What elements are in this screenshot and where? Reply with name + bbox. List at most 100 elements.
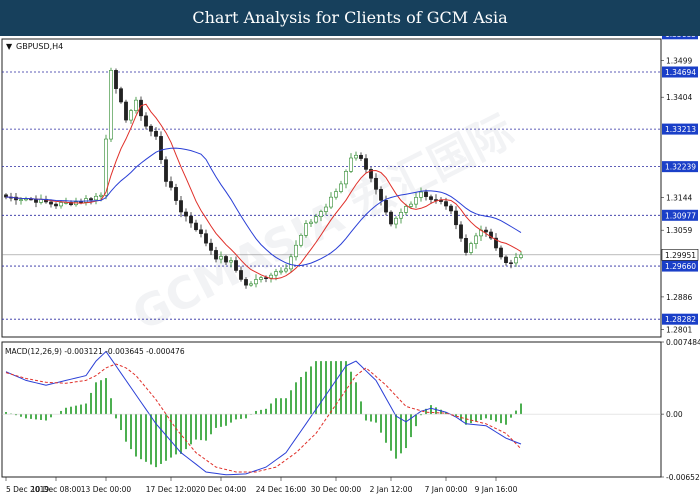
candle-body [189,215,193,224]
price-axis: 1.3499 1.3404 1.3144 1.3059 1.2886 1.2801 [661,57,692,335]
candle-body [79,201,83,203]
candle-body [269,274,273,279]
candle-body [84,198,88,203]
candle-body [394,217,398,225]
candle-body [174,187,178,201]
level-price-label: 1.29660 [665,262,696,271]
candle-body [244,279,248,286]
candle-body [449,205,453,212]
candle-body [274,271,278,276]
price-tick-label: 1.3404 [666,93,692,102]
candle-body [404,206,408,213]
candle-body [289,256,293,270]
candle-body [164,159,168,182]
price-tick-label: 1.3499 [666,57,692,66]
candle-body [319,211,323,217]
candle-body [129,110,133,121]
time-tick-label: 7 Jan 00:00 [425,485,468,494]
symbol-label: GBPUSD,H4 [16,42,63,51]
candle-body [169,181,173,188]
chart-background [0,36,700,500]
candle-body [94,195,98,201]
candle-body [349,157,353,172]
candle-body [194,222,198,231]
level-price-label: 1.32239 [665,163,696,172]
candle-body [519,254,523,258]
candle-body [199,229,203,234]
candle-body [459,224,463,239]
candle-body [374,177,378,190]
candle-body [284,268,288,272]
candle-body [119,88,123,103]
candle-body [19,199,23,201]
level-price-label: 1.35685 [665,36,696,39]
candle-body [329,196,333,208]
candle-body [429,196,433,200]
current-price-label: 1.29951 [665,251,696,260]
candle-body [324,206,328,212]
time-tick-label: 10 Dec 08:00 [31,485,82,494]
candle-body [184,211,188,217]
candle-body [214,250,218,260]
candle-body [49,201,53,205]
macd-tick-label: 0.007484 [666,338,700,347]
time-tick-label: 17 Dec 12:00 [146,485,197,494]
candle-body [364,158,368,170]
price-tick-label: 1.2801 [666,326,692,335]
candle-body [309,221,313,224]
candle-body [234,260,238,271]
candle-body [239,270,243,280]
candle-body [59,202,63,207]
candle-body [474,235,478,244]
candle-body [314,216,318,223]
candle-body [454,210,458,226]
symbol-label-arrow[interactable]: ▼ [6,42,13,51]
time-tick-label: 24 Dec 16:00 [256,485,307,494]
candle-body [159,136,163,160]
candle-body [254,279,258,285]
chart-header-title: Chart Analysis for Clients of GCM Asia [0,0,700,36]
candle-body [249,283,253,286]
macd-tick-label: 0.00 [666,410,683,419]
candle-body [99,194,103,197]
candle-body [179,200,183,213]
candle-body [389,211,393,225]
candle-body [304,223,308,236]
time-tick-label: 9 Jan 16:00 [475,485,518,494]
price-tick-label: 1.3144 [666,193,692,202]
candle-body [54,203,58,207]
level-price-label: 1.28282 [665,315,696,324]
candle-body [124,101,128,121]
candle-body [259,277,263,280]
candle-body [444,201,448,207]
candle-body [209,242,213,251]
price-chart: GCMASIA 宏汇国际 1.356851.346941.332131.3223… [0,36,700,500]
candle-body [334,191,338,198]
candle-body [424,191,428,197]
candle-body [134,99,138,111]
candle-body [224,256,228,263]
candle-body [504,256,508,263]
candle-body [264,277,268,279]
candle-body [219,256,223,260]
candle-body [354,154,358,159]
candle-body [464,237,468,253]
candle-body [109,70,113,140]
candle-body [484,229,488,233]
candle-body [399,212,403,219]
macd-label: MACD(12,26,9) -0.003121 -0.003645 -0.000… [5,347,185,356]
time-tick-label: 2 Jan 12:00 [370,485,413,494]
candle-body [359,154,363,159]
candle-body [144,115,148,127]
price-tick-label: 1.2886 [666,293,692,302]
candle-body [499,247,503,258]
candle-body [204,233,208,244]
candle-body [89,198,93,201]
candle-body [339,183,343,192]
time-tick-label: 20 Dec 04:00 [196,485,247,494]
candle-body [379,189,383,201]
level-price-label: 1.30977 [665,211,696,220]
macd-tick-label: -0.006524 [666,473,700,482]
candle-body [419,191,423,198]
candle-body [384,200,388,213]
